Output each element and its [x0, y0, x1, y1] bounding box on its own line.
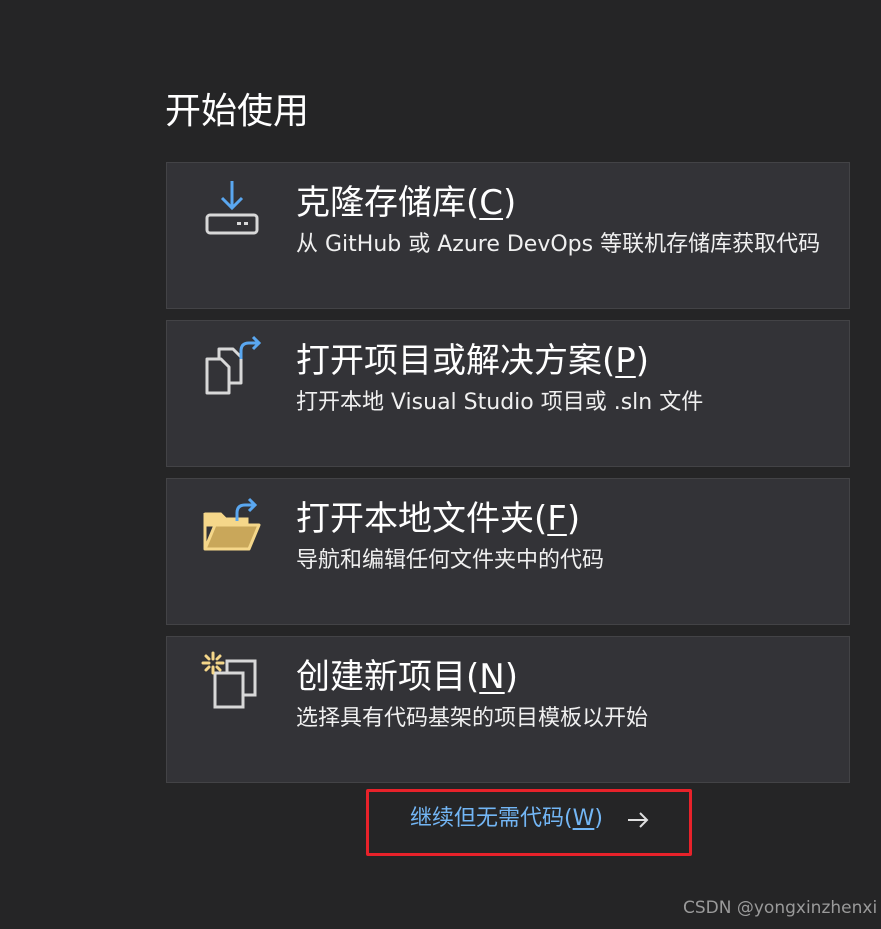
clone-repository-title: 克隆存储库(C) [296, 183, 517, 223]
open-project-card[interactable]: 打开项目或解决方案(P) 打开本地 Visual Studio 项目或 .sln… [166, 320, 850, 467]
open-folder-title: 打开本地文件夹(F) [296, 499, 581, 539]
new-project-description: 选择具有代码基架的项目模板以开始 [296, 706, 649, 731]
open-project-icon [205, 335, 262, 395]
arrow-right-icon[interactable] [626, 808, 650, 832]
continue-without-code-link[interactable]: 继续但无需代码(W) [410, 803, 603, 835]
open-folder-icon [203, 497, 261, 551]
watermark: CSDN @yongxinzhenxi [683, 898, 878, 918]
open-project-description: 打开本地 Visual Studio 项目或 .sln 文件 [296, 390, 704, 415]
page-title: 开始使用 [165, 91, 310, 132]
open-folder-card[interactable]: 打开本地文件夹(F) 导航和编辑任何文件夹中的代码 [166, 478, 850, 625]
open-folder-description: 导航和编辑任何文件夹中的代码 [296, 548, 605, 573]
clone-repository-card[interactable]: 克隆存储库(C) 从 GitHub 或 Azure DevOps 等联机存储库获… [166, 162, 850, 309]
open-project-title: 打开项目或解决方案(P) [296, 341, 650, 381]
clone-repository-description: 从 GitHub 或 Azure DevOps 等联机存储库获取代码 [296, 232, 821, 257]
new-project-title: 创建新项目(N) [296, 657, 518, 697]
clone-download-icon [205, 181, 259, 235]
new-project-icon [201, 651, 257, 709]
new-project-card[interactable]: 创建新项目(N) 选择具有代码基架的项目模板以开始 [166, 636, 850, 783]
